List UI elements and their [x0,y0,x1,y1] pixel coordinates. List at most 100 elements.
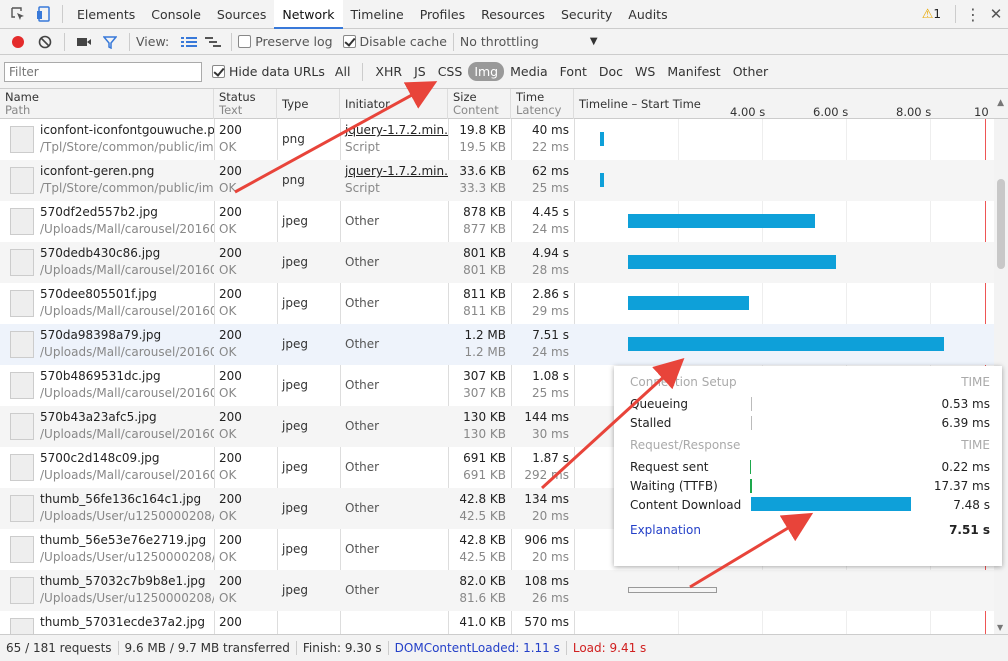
preserve-log-checkbox[interactable] [238,35,252,48]
row-name-cell[interactable]: 570df2ed557b2.jpg /Uploads/Mall/carousel… [6,201,214,242]
header-time[interactable]: Time Latency [511,89,574,119]
tab-console[interactable]: Console [143,0,209,29]
header-initiator[interactable]: Initiator [340,89,448,119]
filter-all[interactable]: All [329,62,357,81]
header-timeline[interactable]: Timeline – Start Time 4.00 s 6.00 s 8.00… [574,89,1008,119]
row-content-size: 130 KB [463,427,506,441]
inspect-element-icon[interactable] [4,6,32,22]
row-name-cell[interactable]: 570dee805501f.jpg /Uploads/Mall/carousel… [6,283,214,324]
clear-icon[interactable] [32,35,58,49]
filter-doc[interactable]: Doc [593,62,629,81]
overview-icon[interactable] [201,36,225,48]
status-bar: 65 / 181 requests 9.6 MB / 9.7 MB transf… [0,634,1008,661]
device-mode-icon[interactable] [32,6,56,22]
table-row[interactable]: thumb_57032c7b9b8e1.jpg /Uploads/User/u1… [0,570,1008,611]
video-camera-icon[interactable] [71,36,97,48]
row-name-cell[interactable]: iconfont-iconfontgouwuche.p... /Tpl/Stor… [6,119,214,160]
tab-elements[interactable]: Elements [69,0,143,29]
timeline-bar[interactable] [599,132,604,146]
record-icon[interactable] [4,35,32,49]
table-row[interactable]: 570da98398a79.jpg /Uploads/Mall/carousel… [0,324,1008,365]
warning-icon[interactable]: ⚠ [922,7,934,22]
filter-font[interactable]: Font [554,62,593,81]
header-text-label: Text [219,103,243,117]
filter-ws[interactable]: WS [629,62,661,81]
throttling-select[interactable]: No throttling [460,34,590,49]
row-name-cell[interactable]: 570b4869531dc.jpg /Uploads/Mall/carousel… [6,365,214,406]
header-type[interactable]: Type [277,89,340,119]
tab-security[interactable]: Security [553,0,620,29]
waiting-label: Waiting (TTFB) [630,479,718,493]
image-thumbnail [10,413,34,440]
timeline-bar[interactable] [628,296,749,310]
header-size[interactable]: Size Content [448,89,511,119]
tab-resources[interactable]: Resources [473,0,553,29]
row-name-cell[interactable]: 5700c2d148c09.jpg /Uploads/Mall/carousel… [6,447,214,488]
filter-media[interactable]: Media [504,62,554,81]
tick-label: 6.00 s [813,105,849,119]
tab-sources[interactable]: Sources [209,0,274,29]
timeline-bar[interactable] [628,255,836,269]
filter-funnel-icon[interactable] [97,35,123,49]
header-name[interactable]: Name Path [0,89,214,119]
tab-timeline[interactable]: Timeline [343,0,412,29]
chevron-down-icon[interactable]: ▼ [590,36,598,47]
filter-css[interactable]: CSS [432,62,469,81]
row-name-cell[interactable]: 570b43a23afc5.jpg /Uploads/Mall/carousel… [6,406,214,447]
row-initiator-cell: Other [340,324,448,365]
table-row[interactable]: 570dee805501f.jpg /Uploads/Mall/carousel… [0,283,1008,324]
tab-audits[interactable]: Audits [620,0,675,29]
timeline-bar[interactable] [628,337,944,351]
row-name: thumb_57031ecde37a2.jpg [40,615,206,629]
row-initiator: Other [345,583,380,597]
row-content-size: 1.2 MB [464,345,506,359]
filter-input[interactable] [4,61,202,82]
table-row[interactable]: iconfont-iconfontgouwuche.p... /Tpl/Stor… [0,119,1008,160]
row-path: /Uploads/Mall/carousel/20160... [40,468,214,482]
tab-network[interactable]: Network [274,0,343,29]
row-initiator: Other [345,542,380,556]
large-rows-icon[interactable] [177,36,201,48]
table-row[interactable]: thumb_57031ecde37a2.jpg 200 41.0 KB 570 … [0,611,1008,634]
row-name-cell[interactable]: 570dedb430c86.jpg /Uploads/Mall/carousel… [6,242,214,283]
disable-cache-checkbox[interactable] [342,35,356,48]
close-icon[interactable]: ✕ [984,5,1008,23]
filter-js[interactable]: JS [408,62,432,81]
table-row[interactable]: 570dedb430c86.jpg /Uploads/Mall/carousel… [0,242,1008,283]
scroll-down-icon[interactable]: ▼ [997,623,1003,632]
header-status[interactable]: Status Text [214,89,277,119]
row-size-cell: 801 KB 801 KB [448,242,511,283]
row-name-cell[interactable]: 570da98398a79.jpg /Uploads/Mall/carousel… [6,324,214,365]
row-name-cell[interactable]: thumb_56e53e76e2719.jpg /Uploads/User/u1… [6,529,214,570]
sort-up-icon[interactable]: ▲ [997,97,1004,110]
row-status-text: OK [219,468,237,482]
timeline-bar[interactable] [628,214,816,228]
row-initiator-cell: Other [340,283,448,324]
row-size-cell: 33.6 KB 33.3 KB [448,160,511,201]
more-options-icon[interactable]: ⋮ [962,5,984,24]
table-row[interactable]: 570df2ed557b2.jpg /Uploads/Mall/carousel… [0,201,1008,242]
row-time: 2.86 s [532,287,569,301]
row-initiator[interactable]: jquery-1.7.2.min.... [345,163,448,180]
table-row[interactable]: iconfont-geren.png /Tpl/Store/common/pub… [0,160,1008,201]
row-status: 200 [219,615,242,629]
row-status-text: OK [219,181,237,195]
filter-bar: Hide data URLs All XHR JS CSS Img Media … [0,55,1008,89]
row-name-cell[interactable]: thumb_56fe136c164c1.jpg /Uploads/User/u1… [6,488,214,529]
row-initiator[interactable]: jquery-1.7.2.min.... [345,122,448,139]
hide-data-urls-checkbox[interactable] [212,65,225,78]
row-latency: 29 ms [531,304,569,318]
filter-img[interactable]: Img [468,62,505,81]
filter-other[interactable]: Other [727,62,775,81]
row-name-cell[interactable]: thumb_57031ecde37a2.jpg [6,611,214,634]
row-time: 1.08 s [532,369,569,383]
filter-xhr[interactable]: XHR [369,62,408,81]
tab-profiles[interactable]: Profiles [412,0,473,29]
timeline-bar[interactable] [628,587,717,593]
explanation-link[interactable]: Explanation [630,523,701,537]
timeline-bar[interactable] [599,173,604,187]
filter-manifest[interactable]: Manifest [661,62,726,81]
row-name-cell[interactable]: thumb_57032c7b9b8e1.jpg /Uploads/User/u1… [6,570,214,611]
row-name-cell[interactable]: iconfont-geren.png /Tpl/Store/common/pub… [6,160,214,201]
row-content-size: 33.3 KB [459,181,506,195]
